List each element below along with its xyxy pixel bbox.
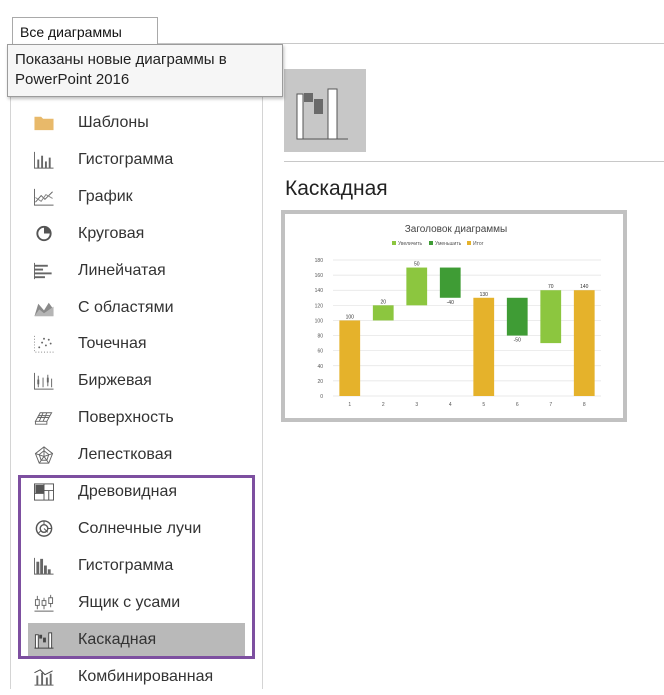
bar-chart-icon (32, 261, 56, 281)
pie-chart-icon (32, 224, 56, 244)
data-label: 130 (480, 292, 489, 298)
tooltip-line-1: Показаны новые диаграммы в (15, 51, 227, 68)
y-tick-label: 180 (315, 258, 324, 264)
new-charts-tooltip: Показаны новые диаграммы в PowerPoint 20… (7, 44, 283, 97)
new-charts-highlight (18, 475, 255, 659)
chart-type-item-column-chart[interactable]: Гистограмма (28, 143, 245, 178)
data-label: -40 (447, 300, 454, 306)
waterfall-bar (406, 267, 428, 306)
legend-swatch (429, 241, 433, 245)
x-tick-label: 8 (583, 402, 586, 408)
chart-type-label: Круговая (78, 225, 145, 242)
folder-icon (32, 113, 56, 133)
chart-type-item-combo-chart[interactable]: Комбинированная (28, 660, 245, 695)
data-label: 70 (548, 284, 554, 290)
list-right-border (262, 44, 263, 689)
x-tick-label: 7 (549, 402, 552, 408)
waterfall-thumbnail-icon (296, 88, 348, 140)
chart-preview[interactable]: Заголовок диаграммы Увеличить Уменьшить Ито… (281, 210, 627, 422)
waterfall-bar (506, 297, 528, 336)
x-tick-label: 1 (348, 402, 351, 408)
waterfall-bar (372, 305, 394, 321)
waterfall-bar (473, 297, 495, 396)
tab-strip: Все диаграммы (0, 0, 664, 44)
waterfall-chart: Заголовок диаграммы Увеличить Уменьшить Ито… (315, 224, 601, 408)
chart-type-label: Гистограмма (78, 151, 174, 168)
chart-type-label: Комбинированная (78, 668, 214, 685)
chart-type-item-stock-chart[interactable]: Биржевая (28, 364, 245, 399)
combo-chart-icon (32, 667, 56, 687)
chart-type-item-area-chart[interactable]: С областями (28, 291, 245, 326)
area-chart-icon (32, 298, 56, 318)
line-chart-icon (32, 187, 56, 207)
chart-type-item-radar-chart[interactable]: Лепестковая (28, 438, 245, 473)
tab-all-charts[interactable]: Все диаграммы (12, 17, 158, 44)
x-tick-label: 5 (482, 402, 485, 408)
x-tick-label: 2 (382, 402, 385, 408)
y-tick-label: 160 (315, 273, 324, 279)
chart-type-label: Поверхность (78, 409, 174, 426)
y-tick-label: 20 (317, 379, 323, 385)
y-tick-label: 40 (317, 364, 323, 370)
x-tick-label: 3 (415, 402, 418, 408)
y-tick-label: 120 (315, 303, 324, 309)
y-tick-label: 100 (315, 318, 324, 324)
chart-title: Заголовок диаграммы (405, 224, 508, 235)
preview-separator (284, 161, 664, 162)
waterfall-bar (540, 290, 562, 344)
chart-type-label: Биржевая (78, 372, 152, 389)
list-left-border (10, 44, 11, 689)
y-tick-label: 80 (317, 334, 323, 340)
waterfall-thumbnail[interactable] (284, 69, 366, 152)
stock-chart-icon (32, 371, 56, 391)
legend-label: Итог (473, 241, 484, 247)
chart-type-item-folder[interactable]: Шаблоны (28, 106, 245, 141)
radar-chart-icon (32, 445, 56, 465)
column-chart-icon (32, 150, 56, 170)
tooltip-line-2: PowerPoint 2016 (15, 71, 130, 88)
legend-label: Увеличить (398, 241, 423, 247)
chart-type-label: Линейчатая (78, 262, 166, 279)
waterfall-bar (339, 320, 361, 396)
chart-type-item-pie-chart[interactable]: Круговая (28, 217, 245, 252)
data-label: 100 (346, 314, 355, 320)
legend-label: Уменьшить (435, 241, 462, 247)
y-tick-label: 0 (320, 394, 323, 400)
selected-chart-type-title: Каскадная (285, 177, 388, 200)
data-label: 50 (414, 262, 420, 268)
waterfall-bar (439, 267, 461, 298)
chart-type-label: Точечная (78, 335, 147, 352)
chart-type-label: График (78, 188, 133, 205)
chart-type-item-surface-chart[interactable]: Поверхность (28, 401, 245, 436)
legend-swatch (392, 241, 396, 245)
data-label: -50 (514, 338, 521, 344)
surface-chart-icon (32, 408, 56, 428)
legend-swatch (467, 241, 471, 245)
y-tick-label: 140 (315, 288, 324, 294)
y-tick-label: 60 (317, 349, 323, 355)
chart-type-label: Лепестковая (78, 446, 173, 463)
data-label: 140 (580, 284, 589, 290)
chart-type-item-bar-chart[interactable]: Линейчатая (28, 254, 245, 289)
x-tick-label: 4 (449, 402, 452, 408)
waterfall-bar (573, 290, 595, 396)
chart-type-label: Шаблоны (78, 114, 149, 131)
chart-type-item-scatter-chart[interactable]: Точечная (28, 327, 245, 362)
x-tick-label: 6 (516, 402, 519, 408)
scatter-chart-icon (32, 334, 56, 354)
chart-type-item-line-chart[interactable]: График (28, 180, 245, 215)
chart-type-label: С областями (78, 299, 174, 316)
data-label: 20 (380, 299, 386, 305)
